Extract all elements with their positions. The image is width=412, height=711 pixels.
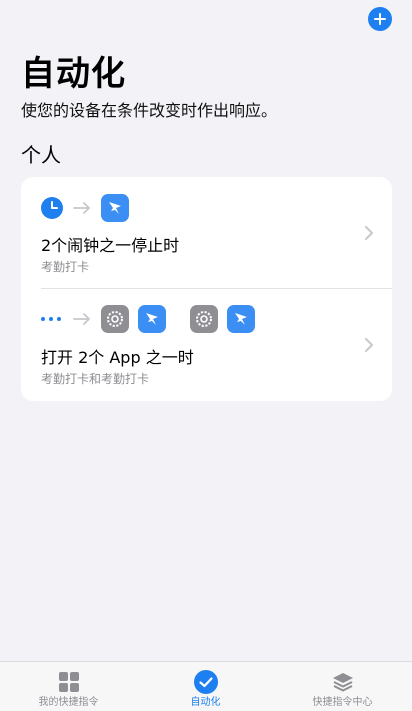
chevron-right-icon	[365, 338, 373, 352]
tab-my-shortcuts[interactable]: 我的快捷指令	[0, 662, 137, 711]
automation-subtitle: 考勤打卡	[41, 260, 90, 274]
more-dots-icon	[41, 317, 63, 321]
automation-title: 2个闹钟之一停止时	[41, 236, 180, 255]
automation-subtitle: 考勤打卡和考勤打卡	[41, 372, 150, 386]
arrow-right-icon	[73, 202, 91, 214]
section-title: 个人	[21, 143, 61, 167]
automation-row-alarm[interactable]: 2个闹钟之一停止时 考勤打卡	[21, 177, 392, 288]
page-title: 自动化	[21, 54, 126, 94]
arrow-right-icon	[73, 313, 91, 325]
grid-icon	[58, 670, 80, 694]
tab-label: 快捷指令中心	[312, 697, 373, 708]
automation-icons	[41, 305, 255, 333]
dingtalk-app-icon	[101, 194, 129, 222]
plus-icon	[374, 13, 386, 25]
layers-icon	[331, 670, 355, 694]
checkmark-circle-icon	[193, 670, 218, 694]
automation-row-open-app[interactable]: 打开 2个 App 之一时 考勤打卡和考勤打卡	[21, 289, 392, 400]
chevron-right-icon	[365, 226, 373, 240]
tab-label: 我的快捷指令	[38, 697, 99, 708]
automation-list-card: 2个闹钟之一停止时 考勤打卡 打开 2个 App 之一时 考勤打卡和考勤打卡	[21, 177, 392, 401]
tab-bar: 我的快捷指令 自动化 快捷指令中心	[0, 661, 412, 711]
automation-icons	[41, 194, 129, 222]
add-automation-button[interactable]	[368, 7, 392, 31]
tab-gallery[interactable]: 快捷指令中心	[274, 662, 411, 711]
dingtalk-app-icon	[227, 305, 255, 333]
automation-title: 打开 2个 App 之一时	[41, 348, 194, 367]
dingtalk-app-icon	[138, 305, 166, 333]
settings-app-icon	[101, 305, 129, 333]
tab-automation[interactable]: 自动化	[137, 662, 274, 711]
settings-app-icon	[190, 305, 218, 333]
tab-label: 自动化	[190, 697, 221, 708]
clock-icon	[41, 197, 63, 219]
page-subtitle: 使您的设备在条件改变时作出响应。	[21, 101, 278, 120]
